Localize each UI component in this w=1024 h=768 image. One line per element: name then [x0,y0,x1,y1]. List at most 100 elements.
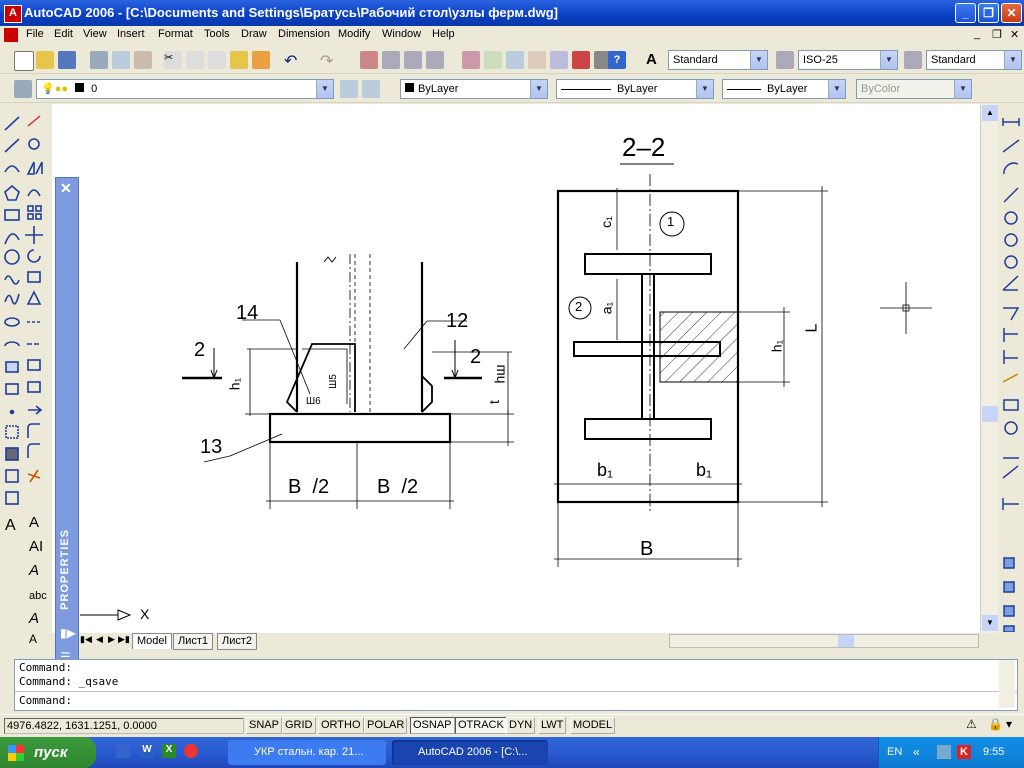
network-icon[interactable] [937,745,951,759]
command-scrollbar[interactable] [999,660,1015,708]
dim-style-select[interactable]: ISO-25 ▼ [798,50,898,70]
command-prompt[interactable]: Command: [19,694,72,707]
word-icon[interactable]: W [140,744,154,758]
palette-autohide-icon[interactable]: ▮▶ [60,626,76,640]
tab-first-icon[interactable]: ▮◀ [80,634,92,645]
match-properties-icon[interactable] [230,51,248,69]
table-style-icon[interactable] [904,51,922,69]
doc-restore-icon[interactable]: ❐ [992,28,1002,41]
dim-style-icon[interactable] [776,51,794,69]
scroll-up-icon[interactable]: ▲ [982,105,998,121]
communication-center-icon[interactable]: ⚠ [966,717,977,731]
taskbar-item-autocad[interactable]: AutoCAD 2006 - [C:\... [392,740,548,765]
linetype-select[interactable]: ByLayer ▼ [556,79,714,99]
zoom-previous-icon[interactable] [426,51,444,69]
layer-previous-icon[interactable] [362,80,380,98]
sheet-set-icon[interactable] [528,51,546,69]
menu-tools[interactable]: Tools [204,28,230,40]
properties-palette[interactable]: ✕ PROPERTIES ▮▶ ☰ [55,177,79,671]
markup-icon[interactable] [550,51,568,69]
tray-arrow-icon[interactable]: « [913,745,920,759]
plot-preview-icon[interactable] [112,51,130,69]
dbconnect-icon[interactable] [572,51,590,69]
drawing-canvas[interactable]: 2–2 14 12 13 2 2 h₁ hш t Ш5 Ш6 B /2 B /2… [52,104,998,633]
drawing-area[interactable] [52,104,998,633]
properties-icon[interactable] [462,51,480,69]
text-style-select[interactable]: Standard ▼ [668,50,768,70]
open-icon[interactable] [36,51,54,69]
snap-toggle[interactable]: SNAP [246,717,282,734]
zoom-realtime-icon[interactable] [382,51,400,69]
polar-toggle[interactable]: POLAR [364,717,408,734]
lock-icon[interactable]: 🔒 [988,717,1003,731]
coordinate-readout[interactable]: 4976.4822, 1631.1251, 0.0000 [4,718,244,734]
pan-icon[interactable] [360,51,378,69]
ortho-toggle[interactable]: ORTHO [318,717,364,734]
minimize-button[interactable]: _ [955,3,976,23]
close-button[interactable]: ✕ [1001,3,1022,23]
copy-icon[interactable] [186,51,204,69]
vertical-scrollbar[interactable]: ▲ ▼ [980,104,998,633]
save-icon[interactable] [58,51,76,69]
menu-insert[interactable]: Insert [117,28,145,40]
doc-minimize-icon[interactable]: _ [974,28,980,40]
document-icon[interactable] [4,28,18,42]
redo-icon[interactable]: ↷ [320,51,338,70]
undo-icon[interactable]: ↶ [284,51,302,70]
block-editor-icon[interactable] [252,51,270,69]
menu-help[interactable]: Help [432,28,455,40]
close-icon[interactable]: ✕ [60,180,72,197]
cut-icon[interactable]: ✂ [164,51,182,69]
menu-modify[interactable]: Modify [338,28,370,40]
menu-format[interactable]: Format [158,28,193,40]
start-button[interactable]: пуск [0,737,96,768]
dyn-toggle[interactable]: DYN [506,717,536,734]
help-icon[interactable]: ? [608,51,626,69]
quicklaunch-icon[interactable] [116,744,130,758]
command-window[interactable]: Command: Command: _qsave Command: [14,659,1018,711]
text-style-icon[interactable]: A [646,51,664,69]
make-layer-current-icon[interactable] [340,80,358,98]
excel-icon[interactable]: X [162,744,176,758]
media-icon[interactable] [184,744,198,758]
doc-close-icon[interactable]: ✕ [1010,28,1019,41]
osnap-toggle[interactable]: OSNAP [410,717,455,734]
tab-sheet1[interactable]: Лист1 [173,633,214,650]
menu-edit[interactable]: Edit [54,28,73,40]
tab-prev-icon[interactable]: ◀ [96,634,103,645]
paste-icon[interactable] [208,51,226,69]
layer-select[interactable]: 💡●● 0 ▼ [36,79,334,99]
tab-next-icon[interactable]: ▶ [108,634,115,645]
model-toggle[interactable]: MODEL [570,717,616,734]
table-style-select[interactable]: Standard ▼ [926,50,1022,70]
plot-icon[interactable] [90,51,108,69]
tab-last-icon[interactable]: ▶▮ [118,634,130,645]
tool-palettes-icon[interactable] [506,51,524,69]
kaspersky-icon[interactable]: K [957,745,971,759]
design-center-icon[interactable] [484,51,502,69]
lineweight-select[interactable]: ByLayer ▼ [722,79,846,99]
new-icon[interactable] [14,51,34,71]
grid-toggle[interactable]: GRID [282,717,316,734]
otrack-toggle[interactable]: OTRACK [455,717,507,734]
taskbar-item-word[interactable]: УКР стальн. кар. 21... [228,740,386,765]
tab-model[interactable]: Model [132,633,172,649]
menu-view[interactable]: View [83,28,107,40]
menu-window[interactable]: Window [382,28,421,40]
tab-sheet2[interactable]: Лист2 [217,633,258,650]
scroll-thumb[interactable] [982,406,998,422]
layer-manager-icon[interactable] [14,80,32,98]
menu-dimension[interactable]: Dimension [278,28,330,40]
scroll-down-icon[interactable]: ▼ [982,615,998,631]
color-select[interactable]: ByLayer ▼ [400,79,548,99]
menu-file[interactable]: File [26,28,44,40]
menu-draw[interactable]: Draw [241,28,267,40]
language-indicator[interactable]: EN [887,746,902,758]
zoom-window-icon[interactable] [404,51,422,69]
hscroll-thumb[interactable] [838,635,854,647]
publish-icon[interactable] [134,51,152,69]
clean-screen-icon[interactable]: ▾ [1006,717,1012,731]
autocad-app-icon[interactable]: A [4,5,22,23]
horizontal-scrollbar[interactable] [669,634,979,648]
lwt-toggle[interactable]: LWT [538,717,567,734]
